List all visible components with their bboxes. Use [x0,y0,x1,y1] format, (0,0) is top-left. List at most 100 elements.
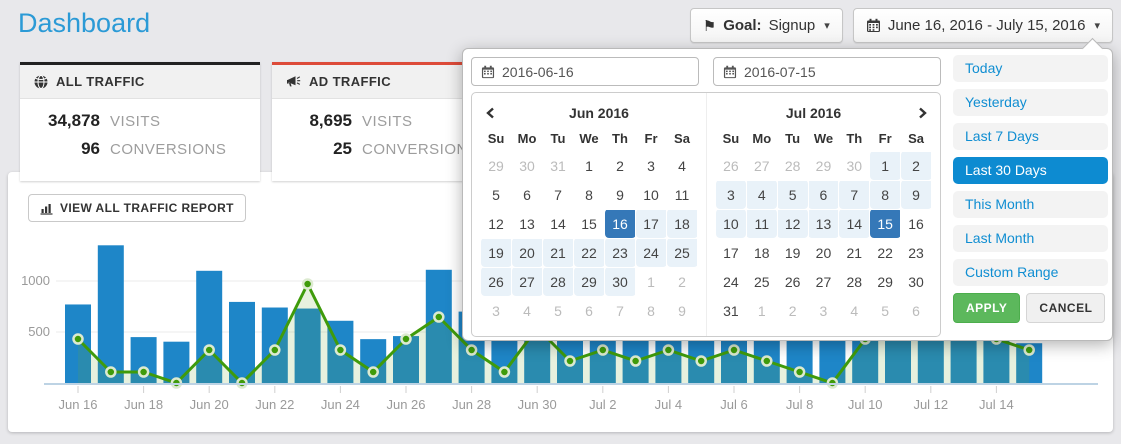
day-cell[interactable]: 18 [667,209,698,238]
day-cell[interactable]: 19 [481,238,512,267]
day-cell[interactable]: 5 [543,296,574,325]
day-cell[interactable]: 25 [667,238,698,267]
day-cell[interactable]: 27 [746,151,777,180]
day-cell[interactable]: 15 [574,209,605,238]
day-cell[interactable]: 20 [808,238,839,267]
day-cell[interactable]: 25 [746,267,777,296]
goal-dropdown-button[interactable]: ⚑ Goal: Signup ▾ [690,8,843,43]
day-cell[interactable]: 10 [716,209,747,238]
start-date-input[interactable]: 2016-06-16 [471,57,699,86]
day-cell[interactable]: 21 [543,238,574,267]
day-cell[interactable]: 15 [870,209,901,238]
day-cell[interactable]: 26 [777,267,808,296]
day-cell[interactable]: 22 [574,238,605,267]
day-cell[interactable]: 9 [667,296,698,325]
day-cell[interactable]: 20 [512,238,543,267]
day-cell[interactable]: 19 [777,238,808,267]
day-cell[interactable]: 9 [901,180,932,209]
day-cell[interactable]: 8 [870,180,901,209]
day-cell[interactable]: 30 [512,151,543,180]
day-cell[interactable]: 30 [605,267,636,296]
day-cell[interactable]: 23 [901,238,932,267]
view-all-traffic-report-button[interactable]: VIEW ALL TRAFFIC REPORT [28,194,246,222]
day-cell[interactable]: 29 [481,151,512,180]
day-cell[interactable]: 6 [808,180,839,209]
day-cell[interactable]: 6 [574,296,605,325]
day-cell[interactable]: 1 [636,267,667,296]
day-cell[interactable]: 4 [667,151,698,180]
day-cell[interactable]: 9 [605,180,636,209]
preset-custom-range[interactable]: Custom Range [953,259,1108,286]
day-cell[interactable]: 28 [543,267,574,296]
day-cell[interactable]: 10 [636,180,667,209]
day-cell[interactable]: 18 [746,238,777,267]
date-range-button[interactable]: June 16, 2016 - July 15, 2016 ▾ [853,8,1113,43]
day-cell[interactable]: 1 [870,151,901,180]
apply-button[interactable]: APPLY [953,293,1020,323]
day-cell[interactable]: 2 [667,267,698,296]
day-cell[interactable]: 12 [777,209,808,238]
day-cell[interactable]: 30 [901,267,932,296]
preset-last-month[interactable]: Last Month [953,225,1108,252]
day-cell[interactable]: 11 [746,209,777,238]
preset-today[interactable]: Today [953,55,1108,82]
day-cell[interactable]: 27 [808,267,839,296]
preset-yesterday[interactable]: Yesterday [953,89,1108,116]
day-cell[interactable]: 29 [870,267,901,296]
day-cell[interactable]: 29 [808,151,839,180]
day-cell[interactable]: 27 [512,267,543,296]
prev-month-icon[interactable] [480,106,500,120]
day-cell[interactable]: 30 [839,151,870,180]
day-cell[interactable]: 2 [777,296,808,325]
day-cell[interactable]: 5 [870,296,901,325]
day-cell[interactable]: 28 [839,267,870,296]
day-cell[interactable]: 3 [481,296,512,325]
day-cell[interactable]: 3 [636,151,667,180]
day-cell[interactable]: 4 [839,296,870,325]
day-cell[interactable]: 11 [667,180,698,209]
day-cell[interactable]: 7 [605,296,636,325]
day-cell[interactable]: 6 [512,180,543,209]
day-cell[interactable]: 28 [777,151,808,180]
day-cell[interactable]: 4 [746,180,777,209]
day-cell[interactable]: 14 [839,209,870,238]
day-cell[interactable]: 4 [512,296,543,325]
day-cell[interactable]: 16 [605,209,636,238]
day-cell[interactable]: 5 [481,180,512,209]
day-cell[interactable]: 31 [543,151,574,180]
day-cell[interactable]: 16 [901,209,932,238]
day-cell[interactable]: 3 [716,180,747,209]
day-cell[interactable]: 2 [901,151,932,180]
day-cell[interactable]: 1 [746,296,777,325]
day-cell[interactable]: 1 [574,151,605,180]
cancel-button[interactable]: CANCEL [1026,293,1105,323]
day-cell[interactable]: 13 [512,209,543,238]
day-cell[interactable]: 7 [543,180,574,209]
day-cell[interactable]: 17 [716,238,747,267]
day-cell[interactable]: 13 [808,209,839,238]
day-cell[interactable]: 21 [839,238,870,267]
day-cell[interactable]: 24 [636,238,667,267]
day-cell[interactable]: 26 [481,267,512,296]
day-cell[interactable]: 12 [481,209,512,238]
day-cell[interactable]: 31 [716,296,747,325]
end-date-input[interactable]: 2016-07-15 [713,57,941,86]
day-cell[interactable]: 14 [543,209,574,238]
day-cell[interactable]: 3 [808,296,839,325]
day-cell[interactable]: 5 [777,180,808,209]
preset-last-7-days[interactable]: Last 7 Days [953,123,1108,150]
day-cell[interactable]: 22 [870,238,901,267]
day-cell[interactable]: 2 [605,151,636,180]
day-cell[interactable]: 6 [901,296,932,325]
day-cell[interactable]: 29 [574,267,605,296]
day-cell[interactable]: 26 [716,151,747,180]
preset-last-30-days[interactable]: Last 30 Days [953,157,1108,184]
day-cell[interactable]: 8 [574,180,605,209]
day-cell[interactable]: 17 [636,209,667,238]
day-cell[interactable]: 23 [605,238,636,267]
preset-this-month[interactable]: This Month [953,191,1108,218]
next-month-icon[interactable] [912,106,932,120]
day-cell[interactable]: 24 [716,267,747,296]
day-cell[interactable]: 8 [636,296,667,325]
day-cell[interactable]: 7 [839,180,870,209]
